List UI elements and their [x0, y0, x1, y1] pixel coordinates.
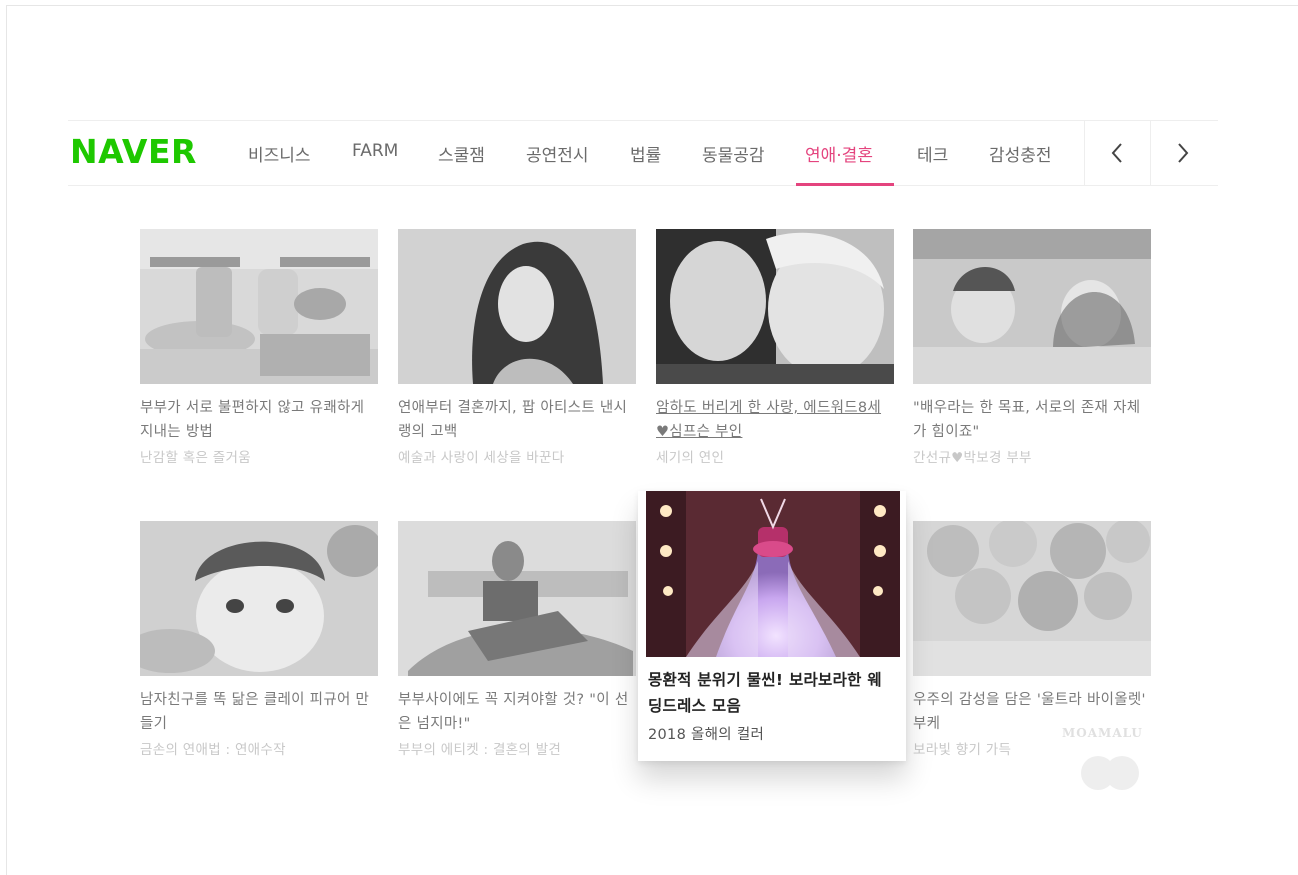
tab-tech[interactable]: 테크 [917, 141, 948, 166]
couple-lying-photo [913, 229, 1151, 384]
active-tab-indicator [796, 183, 894, 186]
content-card[interactable]: 남자친구를 똑 닮은 클레이 피규어 만들기 금손의 연애법 : 연애수작 [140, 521, 378, 758]
bouquet-photo [913, 521, 1151, 676]
content-card[interactable]: 암하도 버리게 한 사랑, 에드워드8세♥심프슨 부인 세기의 연인 [656, 229, 894, 466]
card-subtitle: 금손의 연애법 : 연애수작 [140, 742, 286, 758]
card-thumbnail[interactable] [398, 229, 636, 384]
tab-schooljam[interactable]: 스쿨잼 [438, 141, 485, 166]
category-nav-bar: NAVER 비즈니스 FARM 스쿨잼 공연전시 법률 동물공감 연애·결혼 테… [68, 120, 1218, 186]
card-subtitle: 간선규♥박보경 부부 [913, 450, 1032, 466]
clay-figure-photo [140, 521, 378, 676]
card-thumbnail[interactable] [913, 521, 1151, 676]
tab-farm[interactable]: FARM [352, 141, 398, 161]
watermark-logo [1081, 756, 1139, 790]
tableware-photo [140, 229, 378, 384]
card-thumbnail[interactable] [140, 229, 378, 384]
content-card[interactable]: 우주의 감성을 담은 '울트라 바이올렛' 부케 보라빛 향기 가득 [913, 521, 1151, 758]
card-thumbnail[interactable] [656, 229, 894, 384]
chevron-right-icon [1178, 143, 1189, 163]
tab-emotion[interactable]: 감성충전 [989, 141, 1052, 166]
tab-business[interactable]: 비즈니스 [248, 141, 311, 166]
bedroom-photo [398, 521, 636, 676]
card-title[interactable]: 암하도 버리게 한 사랑, 에드워드8세♥심프슨 부인 [656, 396, 894, 444]
portrait-photo [398, 229, 636, 384]
nav-next-button[interactable] [1150, 121, 1216, 185]
content-card[interactable]: 부부가 서로 불편하지 않고 유쾌하게 지내는 방법 난감할 혹은 즐거움 [140, 229, 378, 466]
nav-prev-button[interactable] [1084, 121, 1150, 185]
card-title[interactable]: 부부사이에도 꼭 지켜야할 것? "이 선은 넘지마!" [398, 688, 636, 736]
featured-content-card[interactable]: 몽환적 분위기 물씬! 보라보라한 웨딩드레스 모음 2018 올해의 컬러 [638, 491, 906, 761]
card-subtitle: 부부의 에티켓 : 결혼의 발견 [398, 742, 562, 758]
card-title[interactable]: 몽환적 분위기 물씬! 보라보라한 웨딩드레스 모음 [648, 667, 886, 719]
card-thumbnail[interactable] [140, 521, 378, 676]
content-card[interactable]: "배우라는 한 목표, 서로의 존재 자체가 힘이죠" 간선규♥박보경 부부 [913, 229, 1151, 466]
watermark-text: MOAMALU [1062, 726, 1143, 740]
card-title[interactable]: 남자친구를 똑 닮은 클레이 피규어 만들기 [140, 688, 378, 736]
tab-law[interactable]: 법률 [630, 141, 661, 166]
card-title[interactable]: "배우라는 한 목표, 서로의 존재 자체가 힘이죠" [913, 396, 1151, 444]
tab-animals[interactable]: 동물공감 [702, 141, 765, 166]
card-subtitle: 2018 올해의 컬러 [648, 727, 765, 743]
naver-logo[interactable]: NAVER [70, 132, 197, 171]
card-title[interactable]: 연애부터 결혼까지, 팝 아티스트 낸시랭의 고백 [398, 396, 636, 444]
card-thumbnail[interactable] [646, 491, 900, 657]
card-title[interactable]: 부부가 서로 불편하지 않고 유쾌하게 지내는 방법 [140, 396, 378, 444]
content-card[interactable]: 부부사이에도 꼭 지켜야할 것? "이 선은 넘지마!" 부부의 에티켓 : 결… [398, 521, 636, 758]
card-subtitle: 예술과 사랑이 세상을 바꾼다 [398, 450, 565, 466]
content-card[interactable]: 연애부터 결혼까지, 팝 아티스트 낸시랭의 고백 예술과 사랑이 세상을 바꾼… [398, 229, 636, 466]
couple-photo [656, 229, 894, 384]
card-subtitle: 세기의 연인 [656, 450, 725, 466]
chevron-left-icon [1111, 143, 1122, 163]
card-subtitle: 난감할 혹은 즐거움 [140, 450, 251, 466]
card-thumbnail[interactable] [913, 229, 1151, 384]
wedding-dress-photo [646, 491, 900, 657]
tab-love-marriage[interactable]: 연애·결혼 [805, 141, 873, 166]
card-thumbnail[interactable] [398, 521, 636, 676]
tab-performance[interactable]: 공연전시 [526, 141, 589, 166]
